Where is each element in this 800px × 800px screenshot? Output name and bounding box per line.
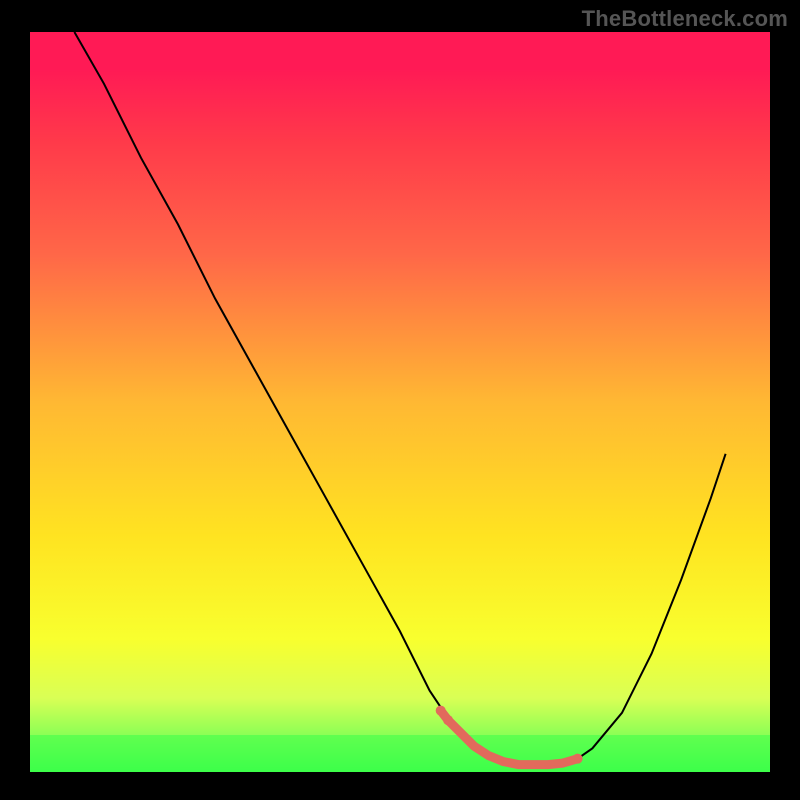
optimal-dot (436, 706, 446, 716)
bottleneck-chart (0, 0, 800, 800)
optimal-zone-band (30, 735, 770, 772)
optimal-dot (573, 754, 583, 764)
optimal-dot (443, 715, 453, 725)
plot-background (30, 32, 770, 772)
watermark-text: TheBottleneck.com (582, 6, 788, 32)
chart-frame: TheBottleneck.com (0, 0, 800, 800)
